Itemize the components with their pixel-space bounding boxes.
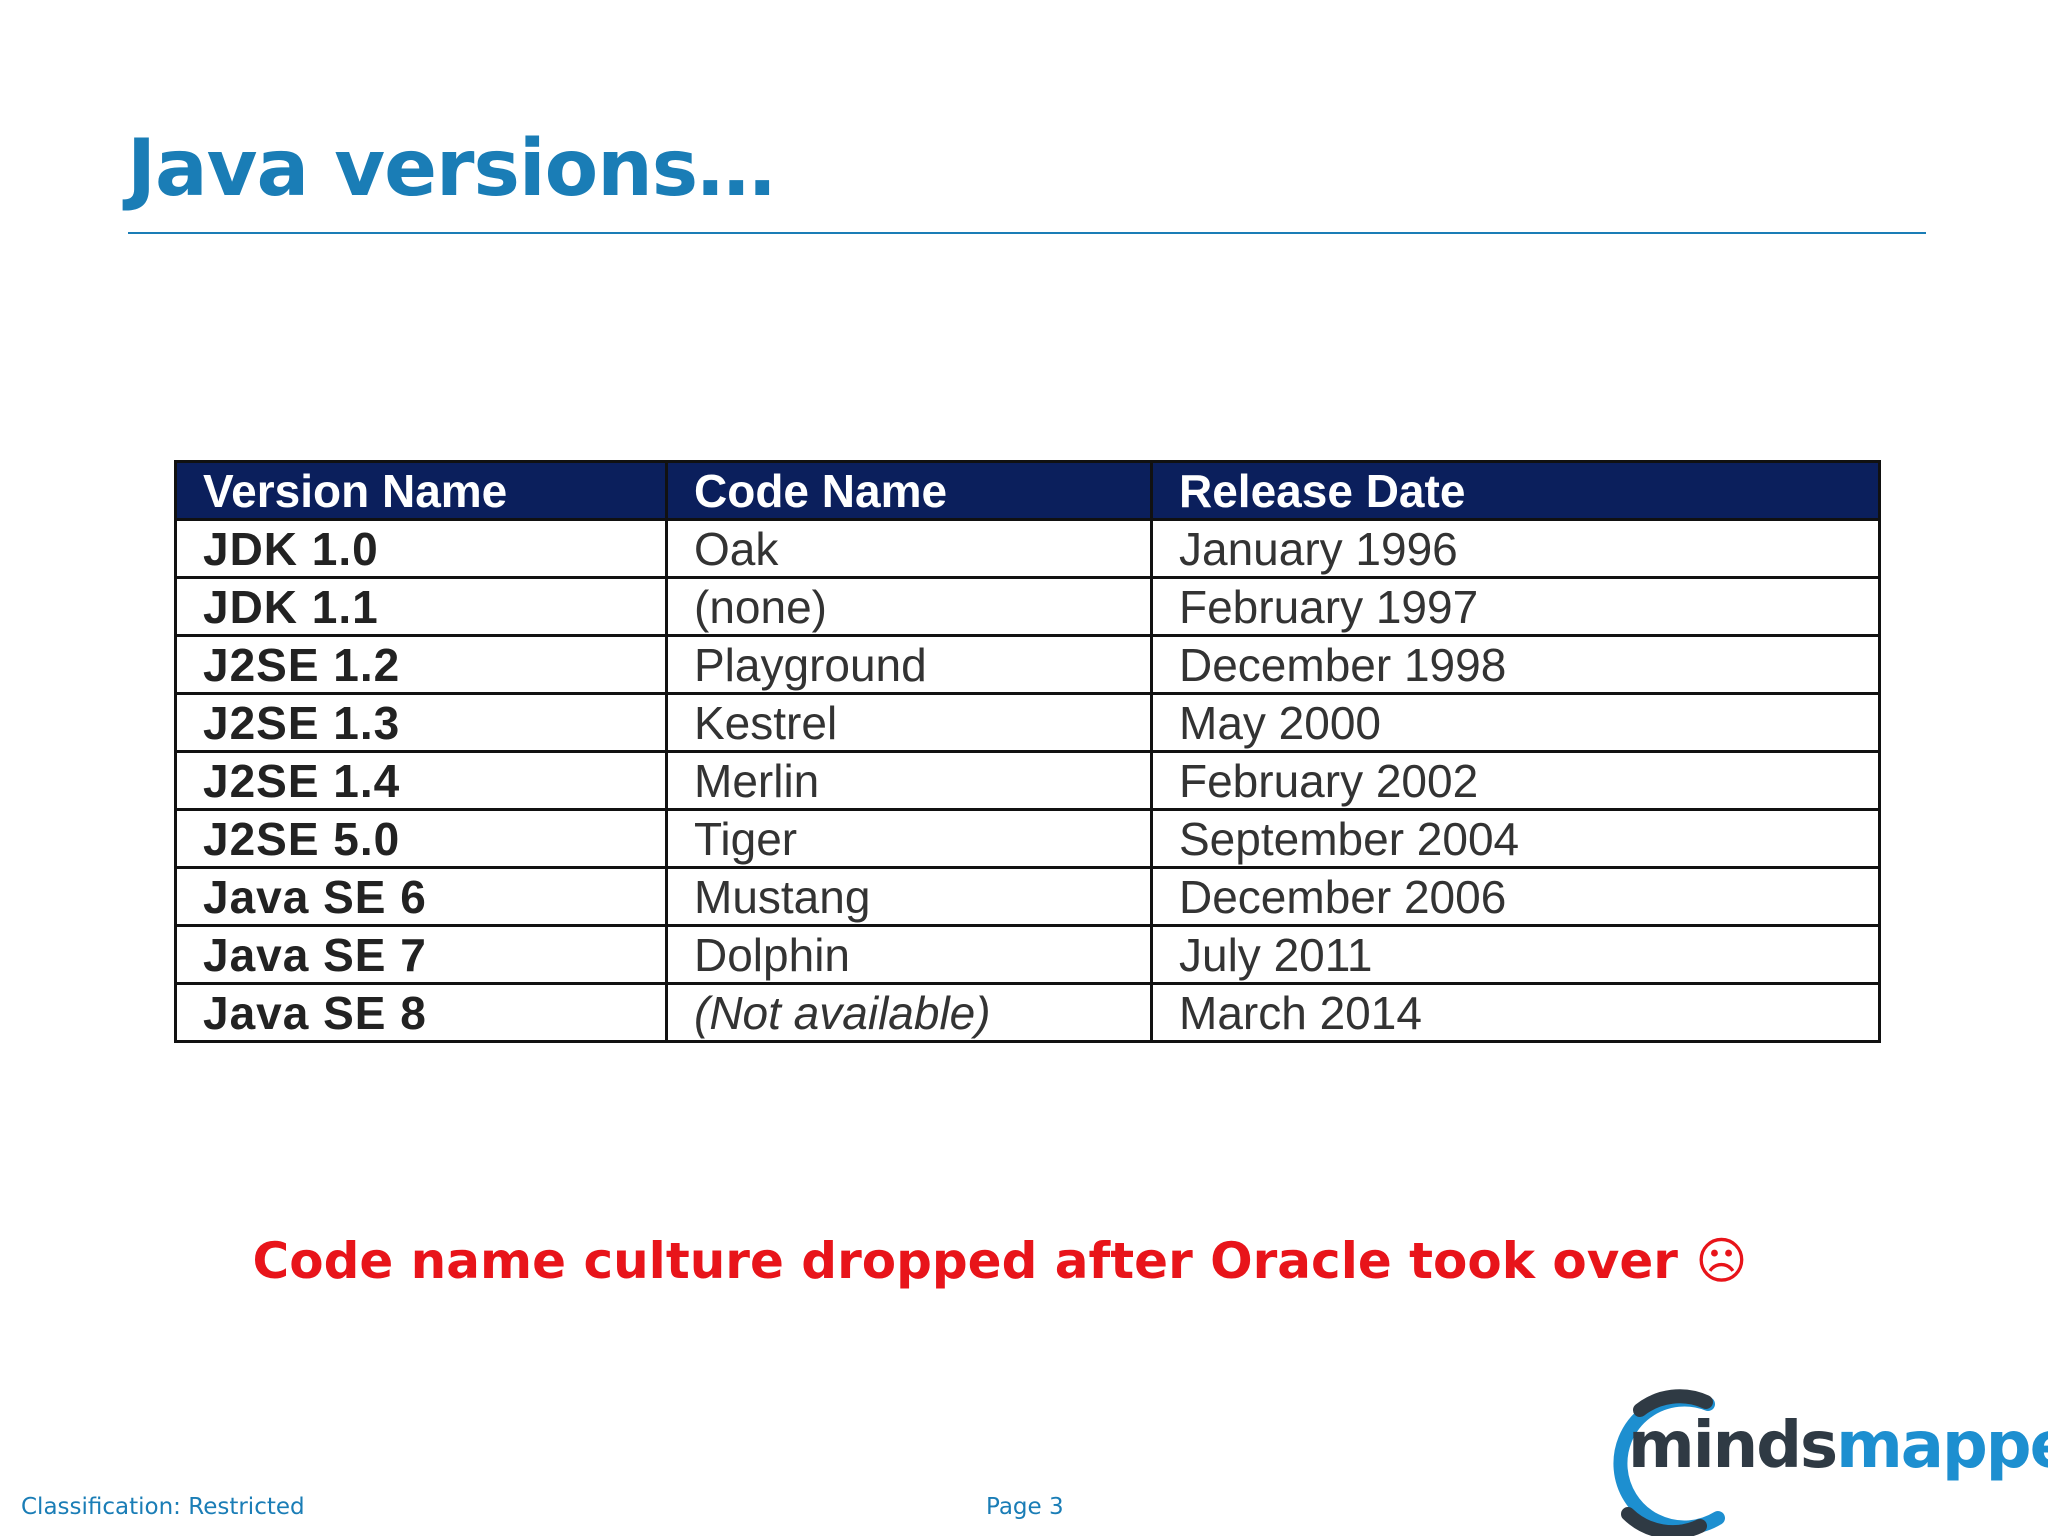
column-header-code-name: Code Name: [665, 460, 1153, 521]
table-row: J2SE 5.0 Tiger September 2004: [174, 808, 1881, 869]
table-row: Java SE 6 Mustang December 2006: [174, 866, 1881, 927]
table-row: J2SE 1.4 Merlin February 2002: [174, 750, 1881, 811]
version-name-cell: J2SE 1.4: [174, 750, 668, 811]
code-name-cell: Merlin: [665, 750, 1153, 811]
table-row: JDK 1.0 Oak January 1996: [174, 518, 1881, 579]
table-row: J2SE 1.3 Kestrel May 2000: [174, 692, 1881, 753]
slide-title: Java versions…: [127, 124, 775, 214]
table-row: Java SE 7 Dolphin July 2011: [174, 924, 1881, 985]
code-name-cell: Tiger: [665, 808, 1153, 869]
version-name-cell: J2SE 1.2: [174, 634, 668, 695]
release-date-cell: February 1997: [1150, 576, 1881, 637]
column-header-version-name: Version Name: [174, 460, 668, 521]
table-row: J2SE 1.2 Playground December 1998: [174, 634, 1881, 695]
logo-text-part2: mapped: [1836, 1409, 2048, 1483]
version-name-cell: J2SE 1.3: [174, 692, 668, 753]
versions-table-container: Version Name Code Name Release Date JDK …: [174, 460, 1881, 1043]
title-divider: [128, 232, 1926, 234]
version-name-cell: Java SE 7: [174, 924, 668, 985]
release-date-cell: May 2000: [1150, 692, 1881, 753]
version-name-cell: J2SE 5.0: [174, 808, 668, 869]
release-date-cell: December 2006: [1150, 866, 1881, 927]
callout-text: Code name culture dropped after Oracle t…: [252, 1232, 1748, 1290]
version-name-cell: Java SE 8: [174, 982, 668, 1043]
release-date-cell: September 2004: [1150, 808, 1881, 869]
code-name-cell: Mustang: [665, 866, 1153, 927]
code-name-cell: Oak: [665, 518, 1153, 579]
release-date-cell: July 2011: [1150, 924, 1881, 985]
table-row: Java SE 8 (Not available) March 2014: [174, 982, 1881, 1043]
version-name-cell: JDK 1.1: [174, 576, 668, 637]
version-name-cell: JDK 1.0: [174, 518, 668, 579]
java-versions-table: Version Name Code Name Release Date JDK …: [174, 460, 1881, 1043]
footer-page-number: Page 3: [986, 1494, 1064, 1520]
code-name-cell: (Not available): [665, 982, 1153, 1043]
version-name-cell: Java SE 6: [174, 866, 668, 927]
code-name-cell: (none): [665, 576, 1153, 637]
release-date-cell: December 1998: [1150, 634, 1881, 695]
code-name-cell: Playground: [665, 634, 1153, 695]
code-name-cell: Kestrel: [665, 692, 1153, 753]
table-row: JDK 1.1 (none) February 1997: [174, 576, 1881, 637]
code-name-cell: Dolphin: [665, 924, 1153, 985]
release-date-cell: February 2002: [1150, 750, 1881, 811]
table-header-row: Version Name Code Name Release Date: [174, 460, 1881, 521]
release-date-cell: March 2014: [1150, 982, 1881, 1043]
logo-text-part1: minds: [1628, 1409, 1838, 1483]
footer-classification: Classification: Restricted: [21, 1494, 305, 1520]
mindsmapped-logo: mindsmapped: [1588, 1386, 2048, 1536]
release-date-cell: January 1996: [1150, 518, 1881, 579]
column-header-release-date: Release Date: [1150, 460, 1881, 521]
logo-wordmark: mindsmapped: [1628, 1414, 2048, 1478]
